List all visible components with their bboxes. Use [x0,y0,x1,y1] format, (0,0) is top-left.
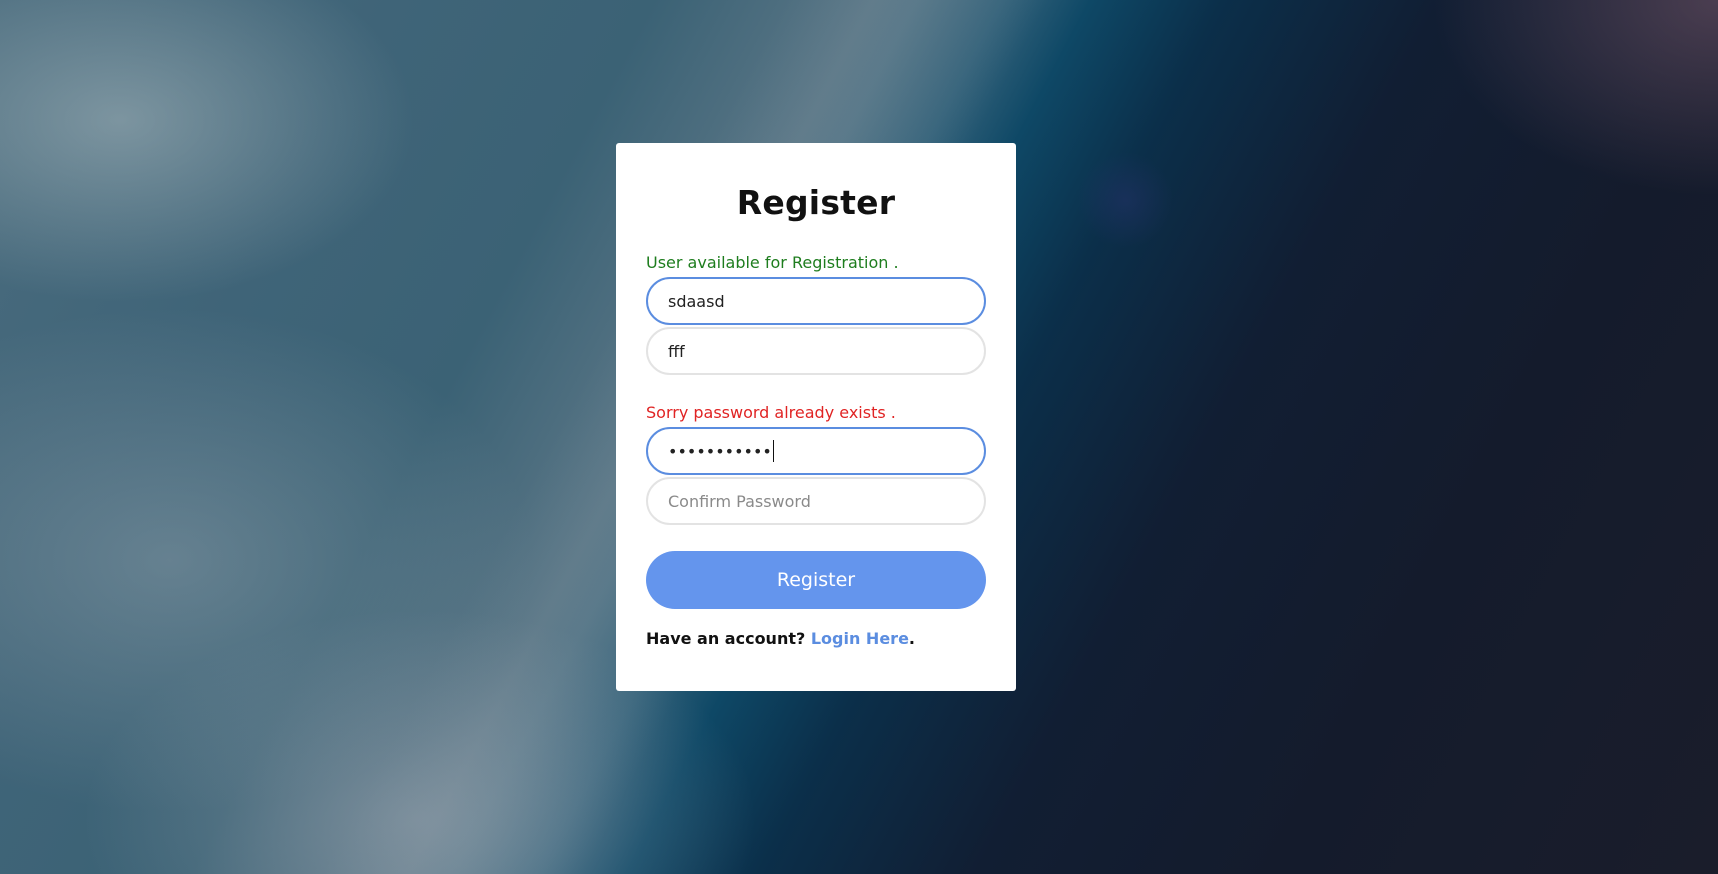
login-here-link[interactable]: Login Here [811,629,909,648]
page-title: Register [736,183,896,222]
email-value: fff [668,341,685,361]
register-card: Register User available for Registration… [616,143,1016,691]
email-input[interactable]: fff [646,327,986,375]
login-prompt: Have an account? Login Here. [646,629,915,648]
login-prompt-period: . [908,629,915,648]
confirm-password-placeholder: Confirm Password [668,491,811,511]
login-prompt-text: Have an account? [646,629,811,648]
register-button[interactable]: Register [646,551,986,609]
text-caret [772,440,774,462]
confirm-password-input[interactable]: Confirm Password [646,477,986,525]
password-error-message: Sorry password already exists . [646,403,896,422]
username-input[interactable]: sdaasd [646,277,986,325]
password-masked-value: ••••••••••• [668,441,772,461]
username-value: sdaasd [668,291,725,311]
password-input[interactable]: ••••••••••• [646,427,986,475]
username-availability-message: User available for Registration . [646,253,899,272]
